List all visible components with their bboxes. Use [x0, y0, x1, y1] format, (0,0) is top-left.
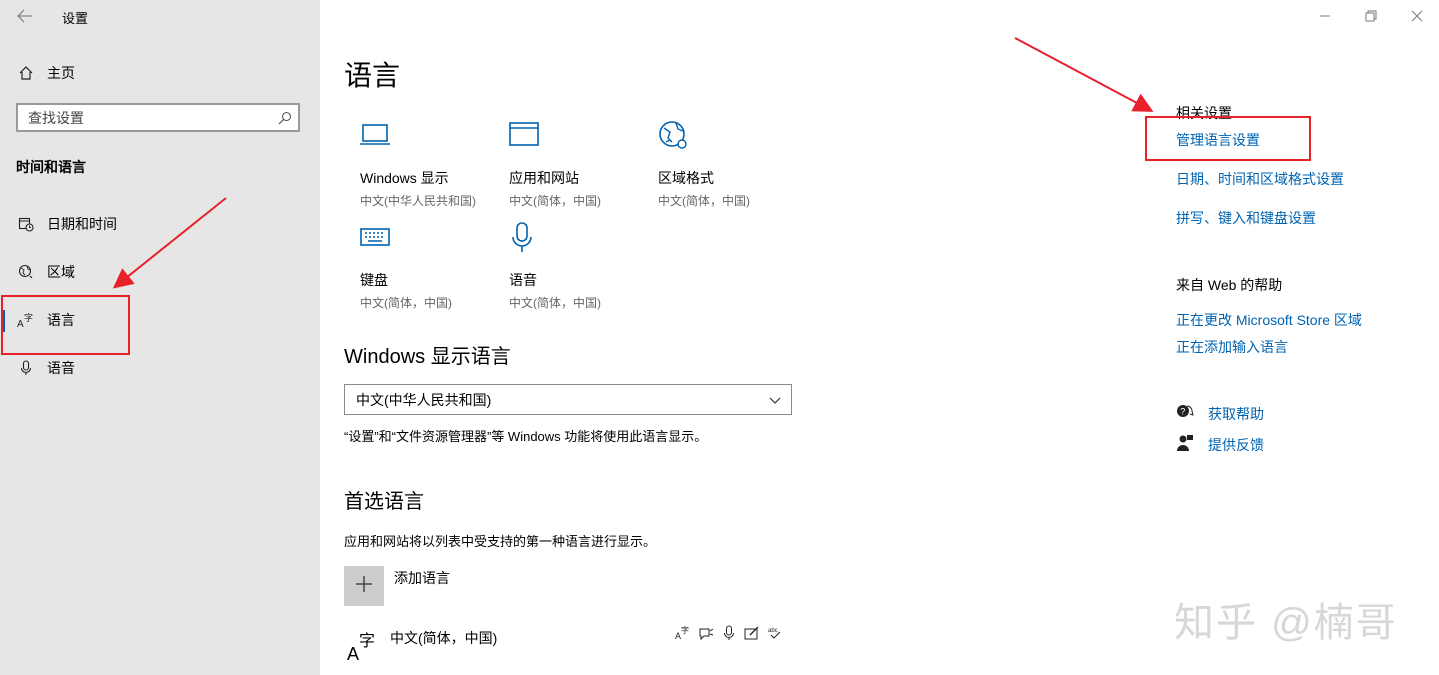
- watermark: 知乎 @楠哥: [1174, 601, 1398, 645]
- annotation-arrow-sidebar: [112, 197, 227, 289]
- annotation-arrows: [112, 37, 1154, 289]
- annotation-arrow-related: [1014, 37, 1154, 112]
